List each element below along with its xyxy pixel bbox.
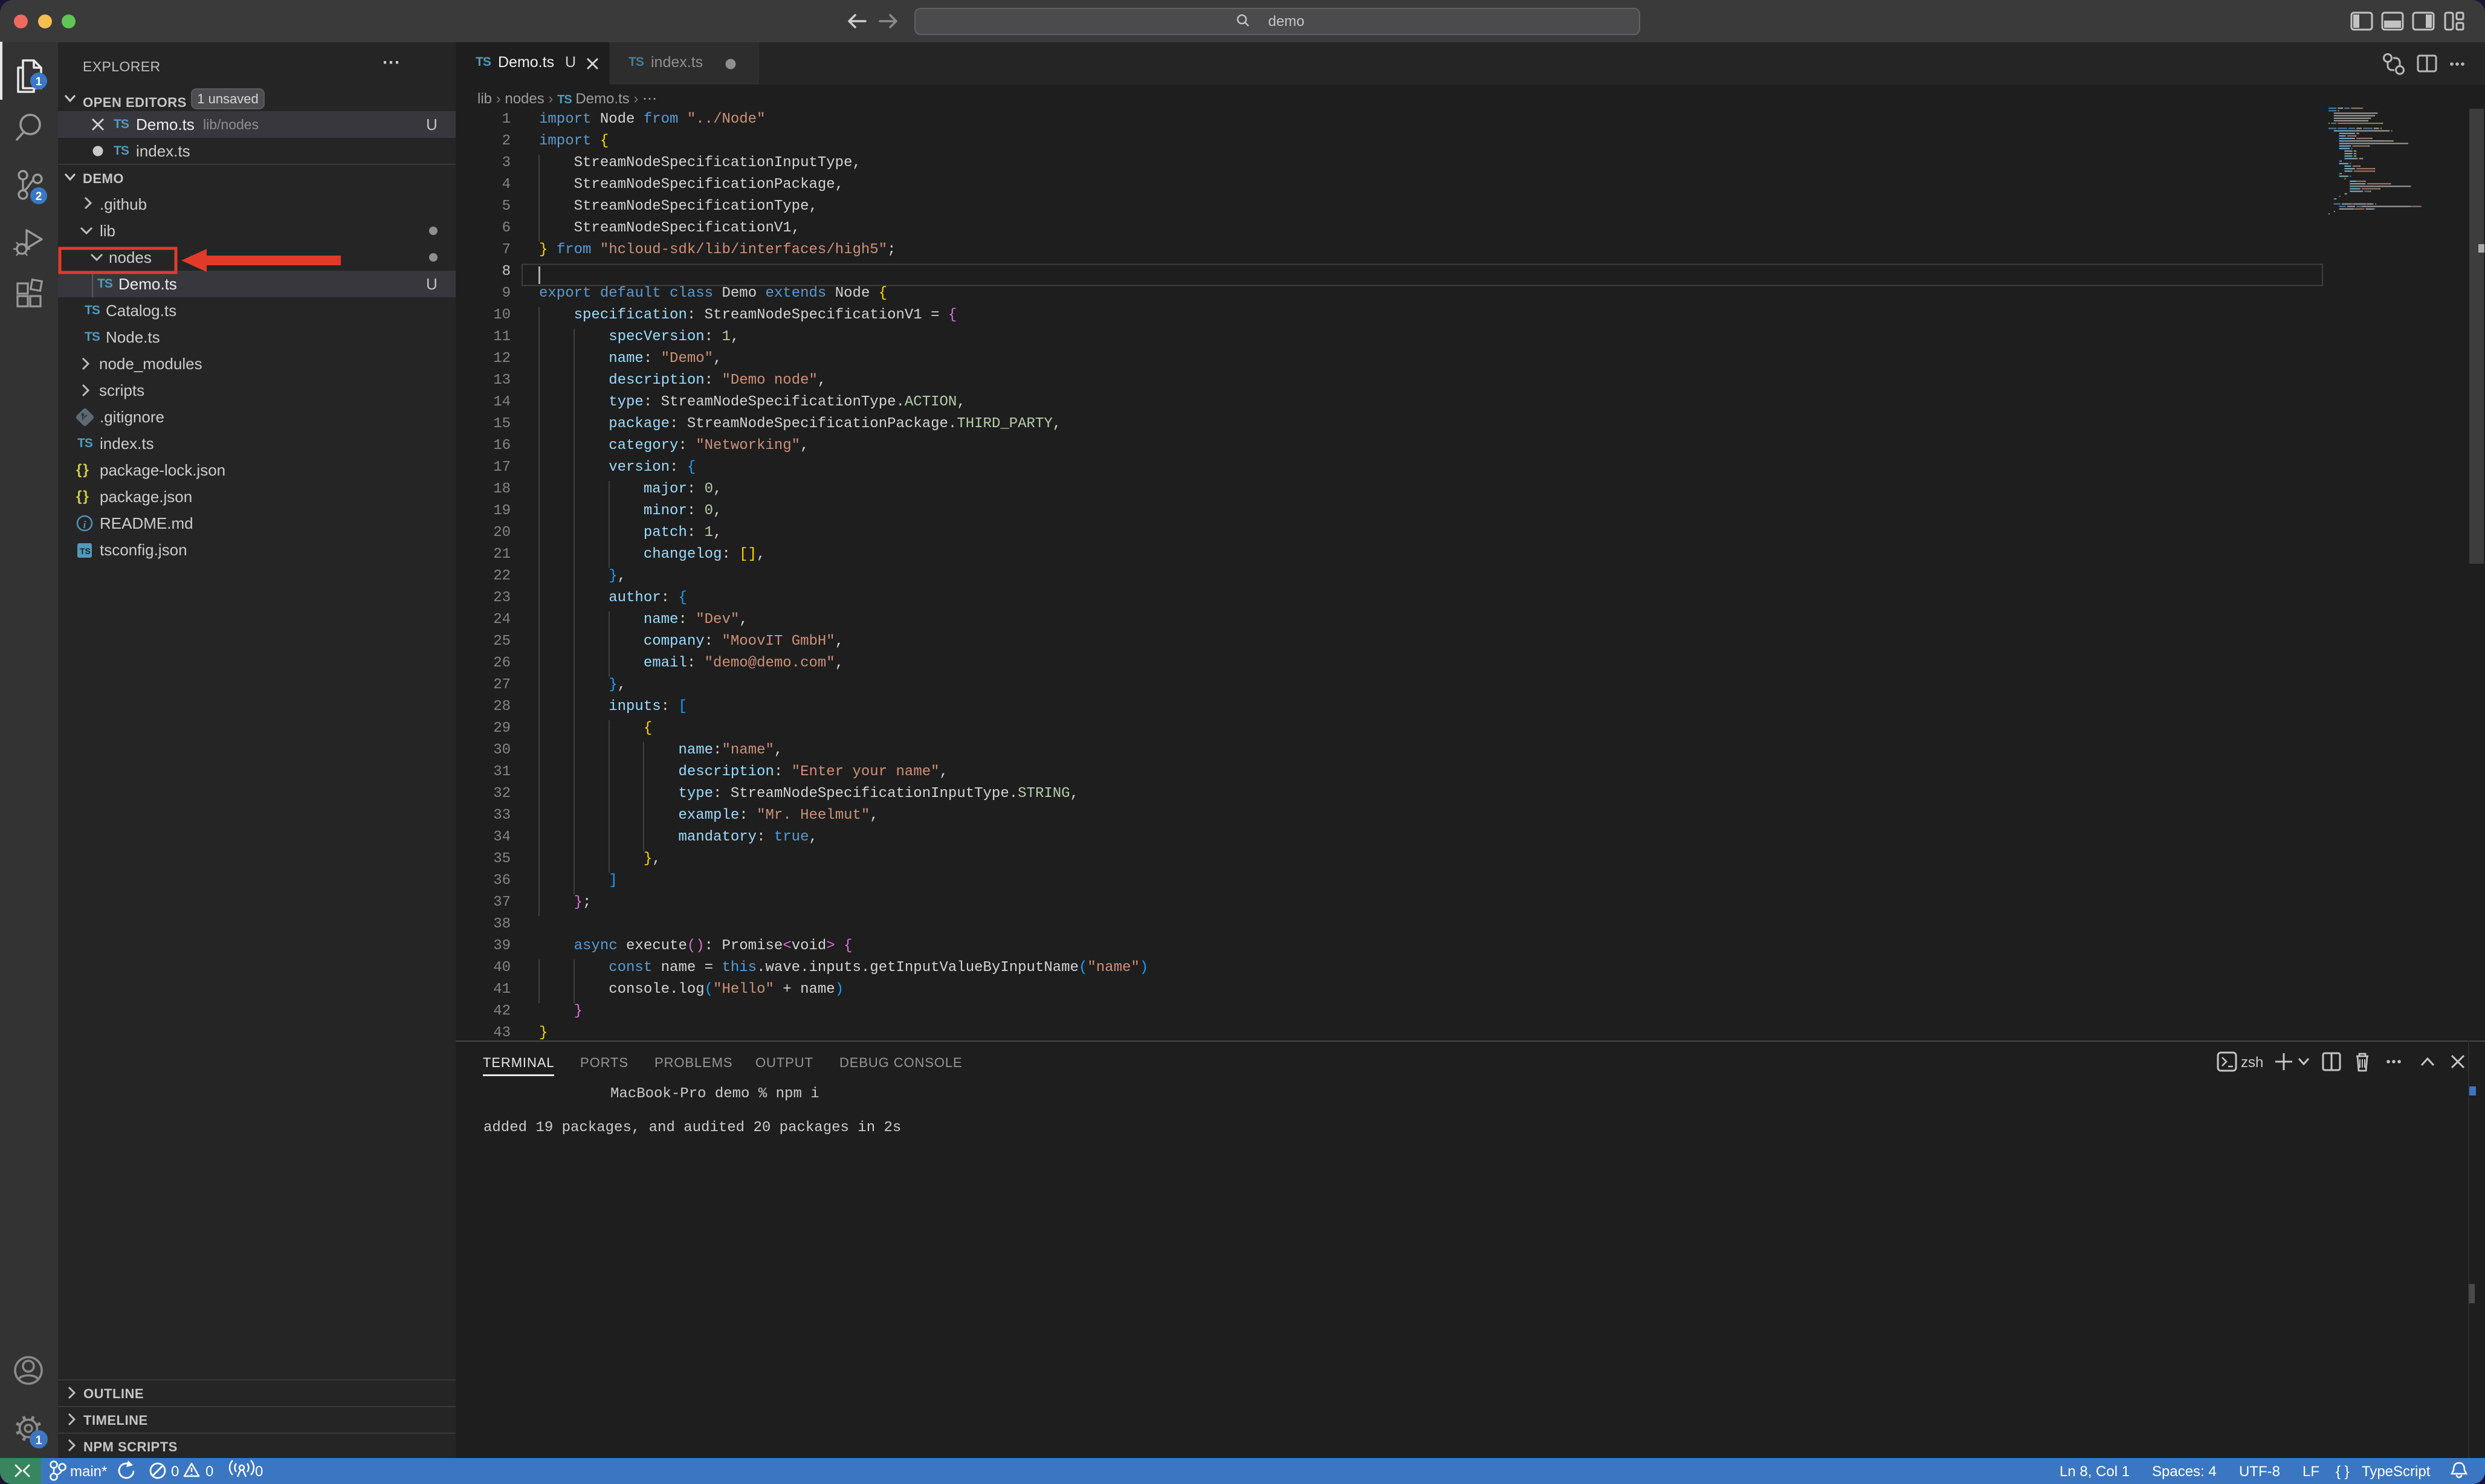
svg-text:i: i [83, 519, 86, 531]
svg-text:TS: TS [80, 546, 91, 556]
svg-text:0: 0 [205, 1463, 213, 1480]
svg-text:UTF-8: UTF-8 [2239, 1463, 2280, 1480]
svg-text:1 unsaved: 1 unsaved [197, 91, 259, 106]
svg-text:main*: main* [70, 1463, 107, 1480]
svg-text:Ln 8, Col 1: Ln 8, Col 1 [2060, 1463, 2130, 1480]
svg-text:TypeScript: TypeScript [2362, 1463, 2431, 1480]
svg-text:{ }: { } [2336, 1463, 2350, 1480]
svg-text:1: 1 [35, 1434, 42, 1447]
svg-text:Spaces: 4: Spaces: 4 [2152, 1463, 2217, 1480]
svg-text:1: 1 [36, 76, 42, 88]
svg-text:0: 0 [171, 1463, 179, 1480]
svg-text:LF: LF [2302, 1463, 2319, 1480]
svg-text:0: 0 [255, 1463, 263, 1480]
svg-text:2: 2 [36, 190, 42, 203]
